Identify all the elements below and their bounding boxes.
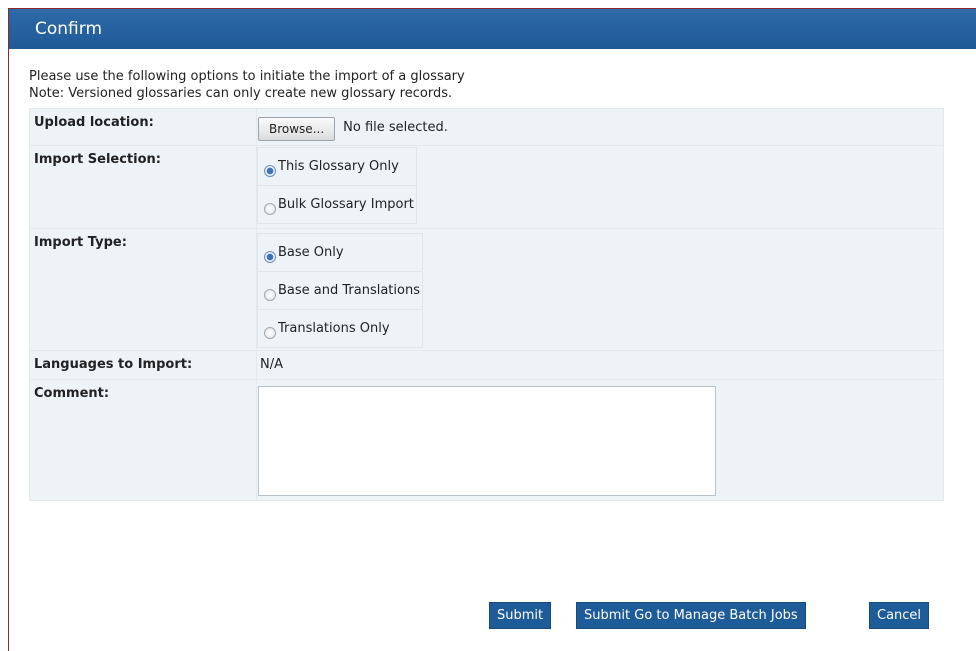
cancel-button[interactable]: Cancel [869,602,930,629]
dialog-title: Confirm [9,9,976,49]
radio-bulk-glossary-import[interactable]: Bulk Glossary Import [258,195,416,215]
radio-translations-only[interactable]: Translations Only [258,319,422,339]
radio-this-glossary-only[interactable]: This Glossary Only [258,157,416,177]
browse-button[interactable]: Browse... [258,116,336,141]
radio-label: Base and Translations [278,283,420,298]
languages-value: N/A [260,357,283,372]
file-status: No file selected. [343,119,448,135]
intro-line-1: Please use the following options to init… [29,69,465,84]
radio-unselected-icon[interactable] [264,288,276,301]
submit-button[interactable]: Submit [489,602,552,629]
radio-base-and-translations[interactable]: Base and Translations [258,281,422,301]
radio-selected-icon[interactable] [264,164,276,177]
import-type-group: Base Only Base and Translations Translat… [257,233,423,348]
comment-field[interactable] [258,386,716,496]
import-selection-group: This Glossary Only Bulk Glossary Import [257,147,417,224]
import-selection-label: Import Selection: [29,145,257,229]
intro-text: Please use the following options to init… [29,68,465,102]
radio-unselected-icon[interactable] [264,326,276,339]
radio-label: Translations Only [278,321,390,336]
upload-location-label: Upload location: [29,108,257,146]
radio-unselected-icon[interactable] [264,202,276,215]
radio-label: Base Only [278,245,344,260]
intro-line-2: Note: Versioned glossaries can only crea… [29,86,453,101]
upload-control: Browse... No file selected. [257,109,943,145]
languages-label: Languages to Import: [29,350,257,380]
submit-go-to-manage-batch-jobs-button[interactable]: Submit Go to Manage Batch Jobs [576,602,806,629]
radio-label: Bulk Glossary Import [278,197,414,212]
comment-label: Comment: [29,379,257,501]
radio-base-only[interactable]: Base Only [258,243,422,263]
import-form: Upload location: Browse... No file selec… [29,108,944,501]
radio-selected-icon[interactable] [264,250,276,263]
import-type-label: Import Type: [29,228,257,351]
radio-label: This Glossary Only [278,159,399,174]
